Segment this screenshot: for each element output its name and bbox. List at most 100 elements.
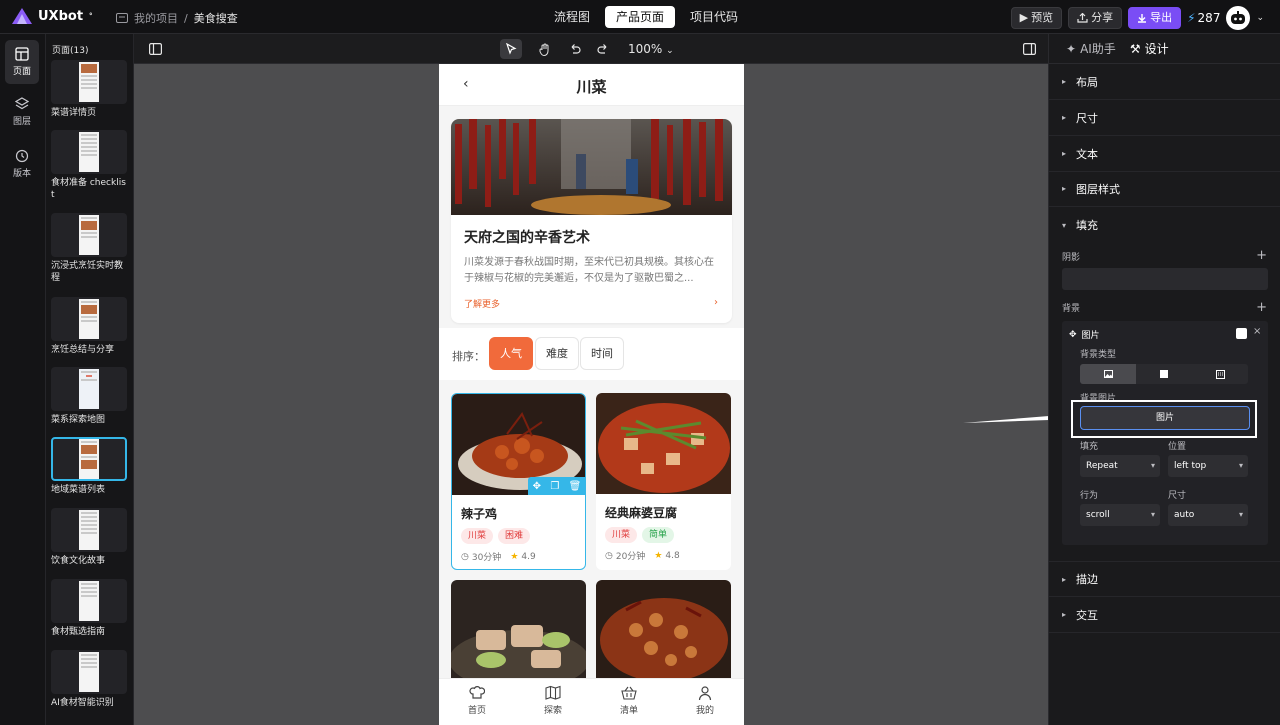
close-icon[interactable]: × xyxy=(1253,326,1261,337)
pork-cabbage-photo xyxy=(451,580,586,690)
preview-button[interactable]: ▶ 预览 xyxy=(1010,7,1063,29)
bg-type-image[interactable] xyxy=(1080,364,1136,384)
tab-explore[interactable]: 探索 xyxy=(533,685,573,716)
select-tool[interactable] xyxy=(500,39,522,59)
section-stroke[interactable]: ▸ 描边 xyxy=(1049,561,1280,597)
learn-more-link[interactable]: 了解更多 xyxy=(464,297,500,310)
page-label: 菜谱详情页 xyxy=(51,108,97,118)
bg-image-button[interactable]: 图片 xyxy=(1080,406,1250,430)
section-layout[interactable]: ▸ 布局 xyxy=(1049,64,1280,100)
bg-type-pattern[interactable] xyxy=(1192,364,1248,384)
page-label: 地域菜谱列表 xyxy=(51,485,106,495)
star-icon: ★ xyxy=(654,550,663,561)
page-thumbnail-selected xyxy=(51,437,127,481)
delete-icon[interactable]: 🗑 xyxy=(569,481,582,492)
position-label: 位置 xyxy=(1168,442,1187,452)
toggle-right-panel-button[interactable] xyxy=(1018,39,1040,59)
section-text[interactable]: ▸ 文本 xyxy=(1049,136,1280,172)
sidebar-left-icon xyxy=(148,43,162,55)
chevron-right-icon: ▸ xyxy=(1062,610,1067,619)
play-icon: ▶ xyxy=(1019,11,1029,24)
section-size[interactable]: ▸ 尺寸 xyxy=(1049,100,1280,136)
tab-product-pages[interactable]: 产品页面 xyxy=(605,6,676,28)
section-label: 交互 xyxy=(1076,608,1098,622)
tag-cuisine: 川菜 xyxy=(605,527,638,543)
tab-ai-assistant[interactable]: ✦ AI助手 xyxy=(1066,40,1116,57)
page-thumbnail xyxy=(51,213,127,257)
share-button[interactable]: 分享 xyxy=(1068,7,1123,29)
page-item[interactable]: 地域菜谱列表 xyxy=(51,437,127,496)
position-select[interactable]: left top xyxy=(1168,455,1248,477)
section-layer-style[interactable]: ▸ 图层样式 xyxy=(1049,171,1280,207)
sort-bar: 排序： 人气 难度 时间 xyxy=(439,328,744,380)
tab-me[interactable]: 我的 xyxy=(685,685,725,716)
page-item[interactable]: 食材甄选指南 xyxy=(51,579,127,638)
page-thumbnail xyxy=(51,650,127,694)
hero-card[interactable]: 天府之国的辛香艺术 川菜发源于春秋战国时期，至宋代已初具规模。其核心在于辣椒与花… xyxy=(451,119,732,323)
avatar[interactable] xyxy=(1226,6,1251,30)
phone-header: ‹ 川菜 xyxy=(439,64,744,106)
mapo-tofu-photo xyxy=(596,393,731,494)
page-item[interactable]: 烹饪总结与分享 xyxy=(51,297,127,356)
sort-time-button[interactable]: 时间 xyxy=(580,337,624,370)
sort-popular-button[interactable]: 人气 xyxy=(489,337,533,370)
chevron-right-icon[interactable]: › xyxy=(714,297,718,308)
breadcrumb: 我的项目 / 美食搜查 xyxy=(116,10,238,26)
tab-design[interactable]: ⚒ 设计 xyxy=(1130,40,1169,57)
page-item[interactable]: AI食材智能识别 xyxy=(51,650,127,709)
fill-label: 填充 xyxy=(1080,442,1099,452)
shadow-field[interactable] xyxy=(1062,268,1268,290)
app-logo[interactable]: UXbot ° xyxy=(12,8,93,24)
market-photo xyxy=(451,119,732,215)
rail-item-versions[interactable]: 版本 xyxy=(5,142,39,186)
background-layer-header[interactable]: ✥ 图片 xyxy=(1069,328,1100,342)
section-label: 图层样式 xyxy=(1076,182,1120,196)
bg-type-solid[interactable] xyxy=(1136,364,1192,384)
zoom-select[interactable]: 100% ⌄ xyxy=(628,42,674,56)
export-button[interactable]: 导出 xyxy=(1128,7,1182,29)
recipe-card[interactable]: ✥ ❐ 🗑 辣子鸡 川菜 困难 ◷ 30分钟 ★ 4.9 xyxy=(451,393,586,570)
undo-button[interactable] xyxy=(564,39,586,59)
page-item[interactable]: 饮食文化故事 xyxy=(51,508,127,567)
toggle-left-panel-button[interactable] xyxy=(144,39,166,59)
tab-list[interactable]: 清单 xyxy=(609,685,649,716)
size-select[interactable]: auto xyxy=(1168,504,1248,526)
recipe-tags: 川菜 困难 xyxy=(461,528,531,544)
section-interaction[interactable]: ▸ 交互 xyxy=(1049,597,1280,633)
tab-flowchart[interactable]: 流程图 xyxy=(543,6,601,28)
copy-icon[interactable]: ❐ xyxy=(550,481,559,492)
hand-tool[interactable] xyxy=(534,39,556,59)
kung-pao-photo xyxy=(596,580,731,682)
view-tabs: 流程图 产品页面 项目代码 xyxy=(543,6,749,28)
move-icon[interactable]: ✥ xyxy=(533,481,541,492)
lightning-icon: ⚡ xyxy=(1187,11,1196,25)
square-icon xyxy=(1160,370,1168,378)
recipe-rating: 4.9 xyxy=(521,551,536,562)
tab-home[interactable]: 首页 xyxy=(457,685,497,716)
page-label: 饮食文化故事 xyxy=(51,556,106,566)
tab-project-code[interactable]: 项目代码 xyxy=(679,6,749,28)
behavior-select[interactable]: scroll xyxy=(1080,504,1160,526)
page-item[interactable]: 沉浸式烹饪实时教程 xyxy=(51,213,127,284)
rail-item-layers[interactable]: 图层 xyxy=(5,90,39,134)
recipe-card[interactable]: 经典麻婆豆腐 川菜 简单 ◷ 20分钟 ★ 4.8 xyxy=(596,393,731,570)
add-shadow-button[interactable]: + xyxy=(1256,248,1267,263)
page-item[interactable]: 菜系探索地图 xyxy=(51,367,127,426)
tab-me-label: 我的 xyxy=(695,706,714,716)
fill-select[interactable]: Repeat xyxy=(1080,455,1160,477)
rail-item-pages[interactable]: 页面 xyxy=(5,40,39,84)
left-rail: 页面 图层 版本 xyxy=(0,34,46,725)
color-swatch[interactable] xyxy=(1236,328,1247,339)
add-background-button[interactable]: + xyxy=(1256,300,1267,315)
canvas[interactable]: 100% ⌄ ‹ 川菜 天府之国的辛香艺术 川菜发源于春秋战国时期，至宋代已初具… xyxy=(134,34,1048,725)
sort-difficulty-button[interactable]: 难度 xyxy=(535,337,579,370)
section-label: 尺寸 xyxy=(1076,111,1098,125)
page-item[interactable]: 菜谱详情页 xyxy=(51,60,127,119)
breadcrumb-project[interactable]: 我的项目 xyxy=(134,10,178,26)
bottom-tab-bar: 首页 探索 清单 我的 xyxy=(439,678,744,725)
redo-button[interactable] xyxy=(592,39,614,59)
section-fill[interactable]: ▾ 填充 xyxy=(1049,207,1280,243)
chevron-down-icon[interactable]: ⌄ xyxy=(1256,13,1264,23)
page-item[interactable]: 食材准备 checklist xyxy=(51,130,127,201)
drag-handle-icon[interactable]: ✥ xyxy=(1069,330,1077,340)
